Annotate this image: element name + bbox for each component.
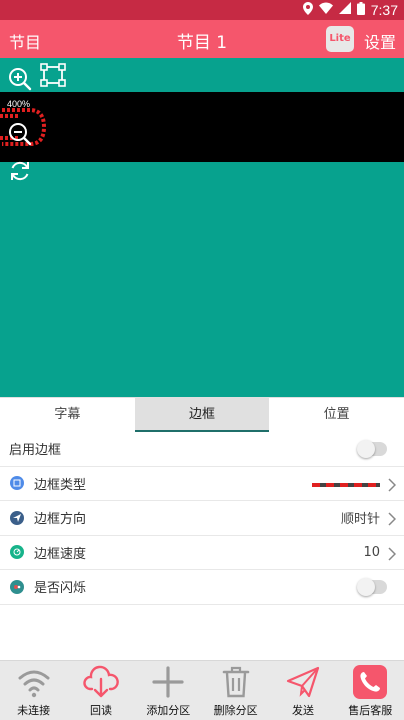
- read-back-label: 回读: [89, 704, 112, 717]
- read-back-button[interactable]: 回读: [67, 661, 134, 720]
- trash-icon: [220, 665, 252, 703]
- tab-position[interactable]: 位置: [269, 398, 404, 432]
- border-speed-icon: [10, 545, 24, 560]
- delete-zone-label: 删除分区: [213, 704, 258, 717]
- border-speed-row[interactable]: 边框速度 10: [0, 536, 404, 570]
- app-bar: 节目 节目 1 Lite 设置: [0, 20, 404, 58]
- battery-icon: [356, 1, 365, 19]
- border-type-preview: [312, 482, 380, 487]
- tab-bar: 字幕 边框 位置: [0, 397, 404, 432]
- chevron-right-icon: [388, 511, 397, 530]
- customer-service-button[interactable]: 售后客服: [337, 661, 404, 720]
- enable-border-row[interactable]: 启用边框: [0, 432, 404, 467]
- signal-icon: [338, 2, 351, 18]
- blink-label: 是否闪烁: [34, 581, 87, 597]
- chevron-right-icon: [388, 546, 397, 565]
- plus-icon: [151, 665, 185, 703]
- refresh-icon[interactable]: [8, 159, 32, 183]
- status-time: 7:37: [370, 2, 398, 18]
- send-button[interactable]: 发送: [269, 661, 336, 720]
- phone-icon: [353, 665, 388, 703]
- toggle-knob: [357, 578, 375, 596]
- toggle-knob: [357, 440, 375, 458]
- send-icon: [285, 665, 321, 703]
- settings-button[interactable]: 设置: [364, 29, 396, 53]
- wifi-icon: [17, 665, 51, 703]
- status-icons: 7:37: [302, 1, 398, 19]
- editor-canvas[interactable]: 400%: [0, 58, 404, 397]
- border-settings-list: 启用边框 边框类型 边框方向 顺时针 边框速度 10 是否闪烁: [0, 432, 404, 605]
- blink-toggle[interactable]: [357, 578, 387, 596]
- customer-service-label: 售后客服: [348, 704, 393, 717]
- lite-badge[interactable]: Lite: [326, 26, 354, 52]
- location-icon: [302, 1, 313, 19]
- status-bar: 7:37: [0, 0, 404, 20]
- border-speed-label: 边框速度: [34, 546, 87, 562]
- cloud-download-icon: [83, 665, 119, 703]
- zoom-level: 400%: [7, 99, 31, 109]
- add-zone-button[interactable]: 添加分区: [135, 661, 202, 720]
- led-screen-preview[interactable]: [0, 92, 404, 162]
- wifi-icon: [318, 2, 333, 18]
- border-type-icon: [10, 476, 24, 491]
- border-direction-label: 边框方向: [34, 512, 87, 528]
- add-zone-label: 添加分区: [146, 704, 191, 717]
- select-region-icon[interactable]: [40, 63, 66, 87]
- chevron-right-icon: [388, 477, 397, 496]
- border-type-row[interactable]: 边框类型: [0, 467, 404, 501]
- enable-border-label: 启用边框: [9, 443, 62, 459]
- border-direction-row[interactable]: 边框方向 顺时针: [0, 501, 404, 536]
- blink-row[interactable]: 是否闪烁: [0, 570, 404, 605]
- border-speed-value: 10: [363, 544, 380, 560]
- border-direction-value: 顺时针: [340, 512, 380, 528]
- zoom-in-icon[interactable]: [8, 67, 32, 91]
- bottom-toolbar: 未连接 回读 添加分区 删除分区 发送 售后客服: [0, 660, 404, 720]
- zoom-out-icon[interactable]: [8, 122, 32, 146]
- send-label: 发送: [291, 704, 314, 717]
- border-type-label: 边框类型: [34, 477, 87, 493]
- tab-subtitle[interactable]: 字幕: [0, 398, 135, 432]
- tab-border[interactable]: 边框: [134, 398, 270, 432]
- connection-status-label: 未连接: [17, 704, 51, 717]
- border-direction-icon: [10, 510, 24, 525]
- delete-zone-button[interactable]: 删除分区: [202, 661, 269, 720]
- enable-border-toggle[interactable]: [357, 440, 387, 458]
- blink-icon: [10, 579, 24, 594]
- connection-status-button[interactable]: 未连接: [0, 661, 67, 720]
